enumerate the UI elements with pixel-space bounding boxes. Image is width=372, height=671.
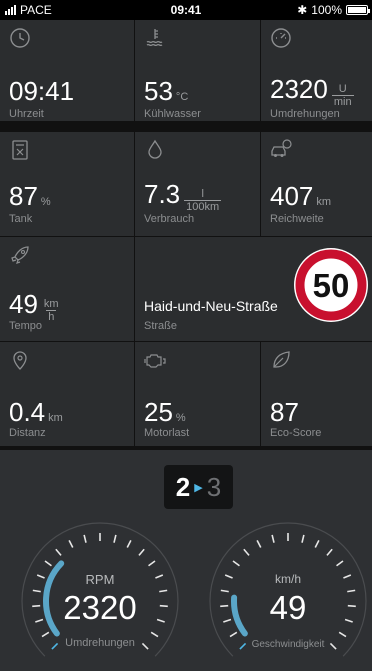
- tile-tank[interactable]: 87% Tank: [0, 132, 134, 236]
- dashboard-grid: 09:41 Uhrzeit 53 °C Kühlwasser 2320 Umin U…: [0, 20, 372, 450]
- tile-speed[interactable]: 49 km h Tempo: [0, 237, 134, 341]
- battery-icon: [346, 5, 370, 15]
- tile-label: Umdrehungen: [270, 108, 340, 120]
- gauge-tick: [336, 560, 344, 567]
- clock-icon: [10, 28, 30, 48]
- coolant-temperature-icon: [146, 29, 163, 47]
- fuel-tank-icon: [12, 140, 28, 160]
- current-gear: 2: [175, 471, 191, 502]
- tile-load[interactable]: 25% Motorlast: [135, 342, 260, 446]
- gauge-tick: [256, 540, 262, 548]
- gauge-caption: Umdrehungen: [65, 637, 135, 649]
- gauge-tick: [326, 548, 333, 556]
- gauge-tick: [83, 534, 87, 543]
- speed-gauge: km/h 49 Geschwindigkeit: [206, 519, 370, 671]
- tile-value: 407 km: [270, 181, 332, 211]
- status-right: ✱ 100%: [297, 3, 370, 17]
- tile-label: Uhrzeit: [9, 108, 44, 120]
- location-pin-icon: [13, 351, 27, 370]
- tile-value: 53 °C: [144, 76, 189, 106]
- gauge-tick: [41, 631, 50, 638]
- bluetooth-icon: ✱: [297, 3, 308, 17]
- tile-rpm[interactable]: 2320 Umin Umdrehungen: [261, 20, 372, 121]
- rocket-icon: [11, 246, 29, 264]
- gear-indicator: 2 ▶ 3: [164, 465, 233, 509]
- speed-limit-value: 50: [313, 267, 350, 304]
- tile-eco[interactable]: 87 Eco-Score: [261, 342, 372, 446]
- gauge-tick: [126, 540, 132, 548]
- tile-value: 87%: [9, 181, 51, 211]
- gauge-tick: [68, 540, 74, 548]
- leaf-icon: [273, 351, 290, 368]
- fuel-drop-icon: [148, 139, 162, 159]
- car-range-icon: [271, 139, 292, 157]
- gauge-value: 49: [269, 589, 307, 626]
- gauge-title: RPM: [85, 572, 115, 587]
- tile-value: 87: [270, 397, 299, 427]
- street-name: Haid-und-Neu-Straße: [144, 298, 278, 314]
- engine-icon: [144, 354, 166, 368]
- tile-label: Eco-Score: [270, 427, 322, 439]
- gauge-caption: Geschwindigkeit: [251, 639, 325, 650]
- tachometer-icon: [271, 28, 291, 48]
- tile-consumption[interactable]: 7.3 l 100km Verbrauch: [135, 132, 260, 236]
- gauge-tick: [150, 631, 159, 638]
- tile-label: Verbrauch: [144, 213, 195, 225]
- gauge-tick: [148, 560, 156, 567]
- rpm-gauge: RPM 2320 Umdrehungen: [18, 519, 182, 671]
- tile-distance[interactable]: 0.4 km Distanz: [0, 342, 134, 446]
- battery-percent: 100%: [311, 3, 342, 17]
- gauge-tick: [113, 534, 117, 543]
- status-bar: PACE 09:41 ✱ 100%: [0, 0, 372, 20]
- gauge-tick: [243, 548, 250, 556]
- tile-street[interactable]: Haid-und-Neu-Straße Straße 50: [135, 237, 372, 341]
- tile-label: Straße: [144, 320, 178, 332]
- tile-value: 09:41: [9, 76, 75, 106]
- tile-label: Motorlast: [144, 427, 190, 439]
- gauge-tick: [314, 540, 320, 548]
- tile-label: Tempo: [9, 320, 43, 332]
- speed-limit-sign: 50: [294, 248, 368, 322]
- gauge-value: 2320: [63, 589, 137, 626]
- tile-label: Reichweite: [270, 213, 324, 225]
- tile-label: Distanz: [9, 427, 46, 439]
- tile-label: Kühlwasser: [144, 108, 201, 120]
- tile-range[interactable]: 407 km Reichweite: [261, 132, 372, 236]
- next-gear: 3: [206, 471, 222, 502]
- tile-clock[interactable]: 09:41 Uhrzeit: [0, 20, 134, 121]
- gauge-title: km/h: [274, 572, 301, 586]
- chevron-right-icon: ▶: [194, 481, 203, 494]
- gauge-tick: [271, 534, 275, 543]
- tile-coolant[interactable]: 53 °C Kühlwasser: [135, 20, 260, 121]
- gauge-tick: [338, 631, 347, 638]
- gauge-tick: [232, 560, 240, 567]
- gauge-tick: [301, 534, 305, 543]
- gauge-tick: [229, 631, 238, 638]
- tile-label: Tank: [9, 213, 33, 225]
- gauge-tick: [44, 560, 52, 567]
- gauge-tick: [138, 548, 145, 556]
- gauge-tick: [55, 548, 62, 556]
